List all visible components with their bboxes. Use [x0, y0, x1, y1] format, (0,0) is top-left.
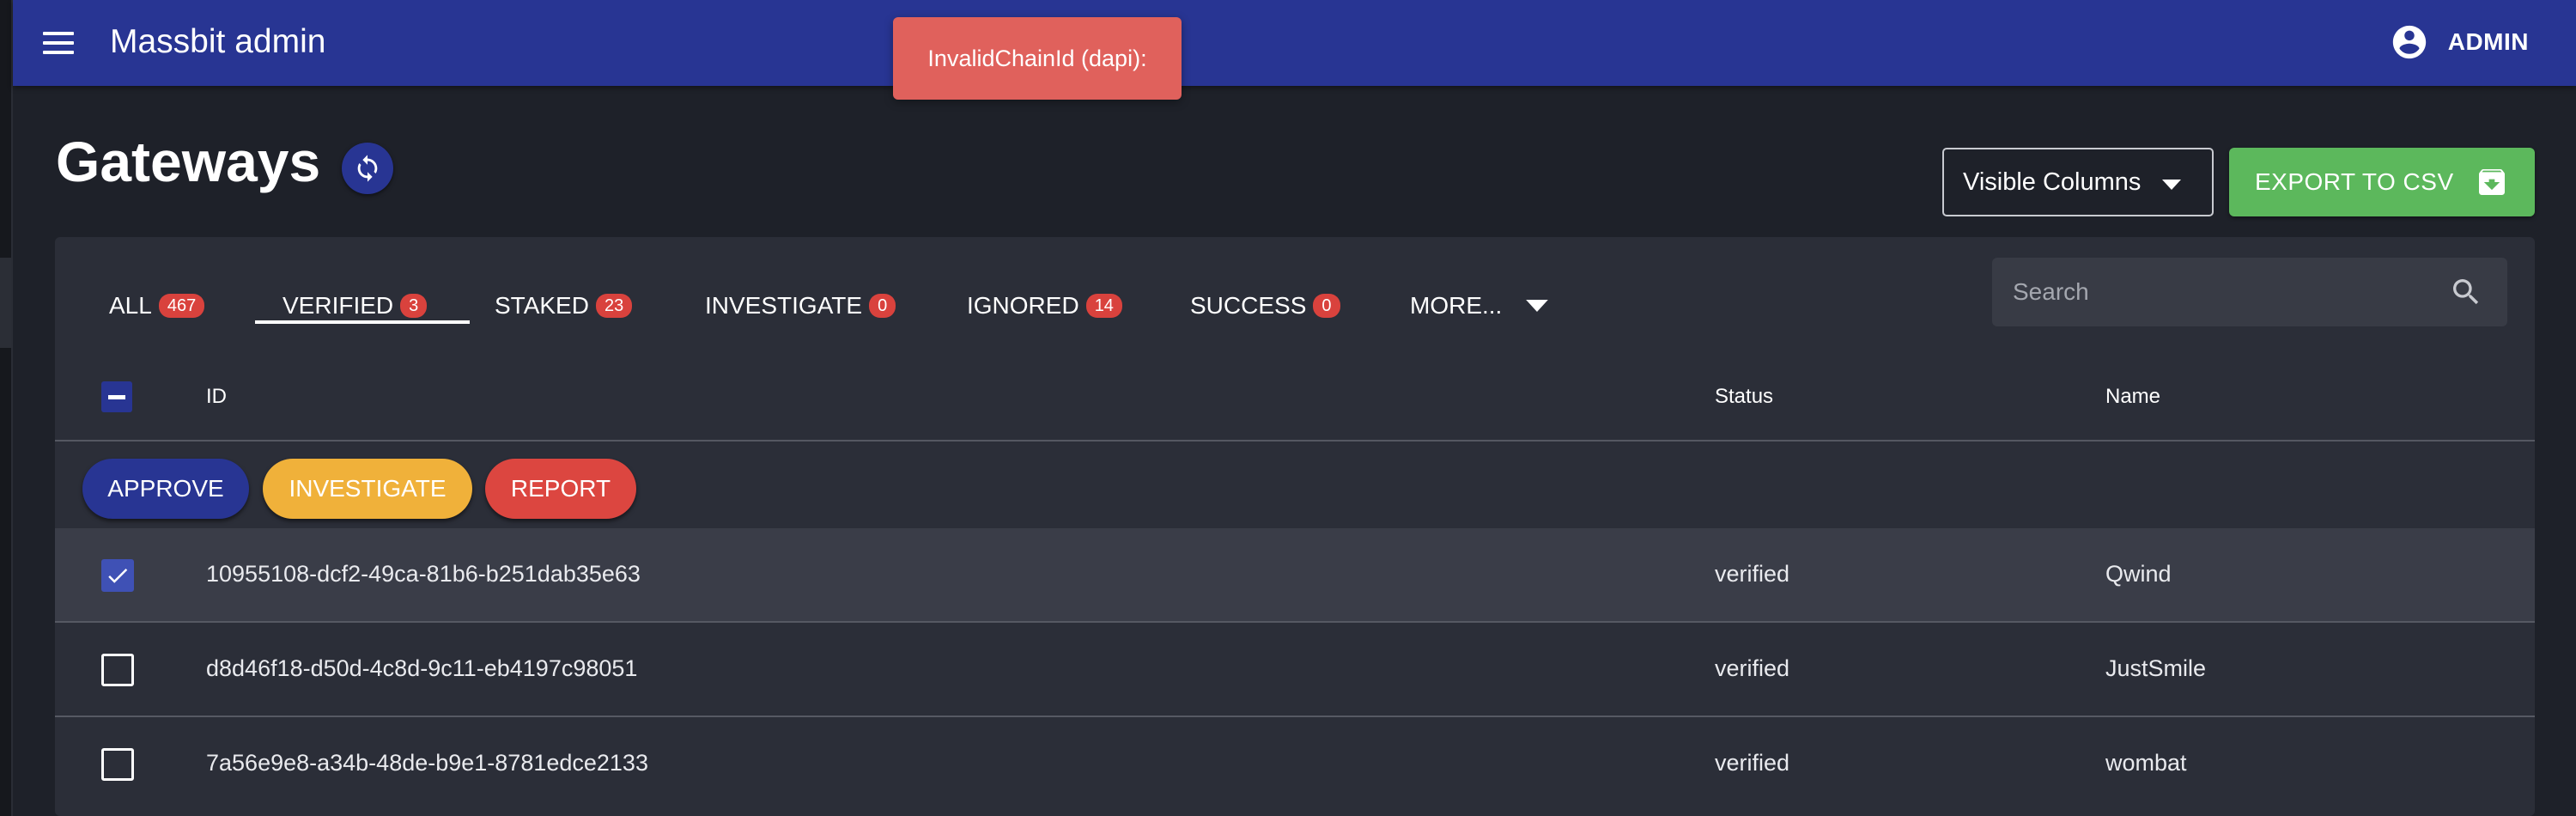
search-field[interactable]	[1992, 258, 2507, 326]
tab-label: VERIFIED	[283, 292, 394, 319]
investigate-button[interactable]: INVESTIGATE	[263, 459, 472, 519]
row-checkbox[interactable]	[101, 748, 134, 781]
cell-name: Qwind	[2105, 561, 2172, 587]
left-window-edge	[0, 0, 13, 816]
tab-label: ALL	[109, 292, 152, 319]
tab-verified[interactable]: VERIFIED 3	[283, 280, 428, 332]
refresh-icon	[357, 155, 378, 182]
select-all-checkbox[interactable]	[101, 381, 132, 412]
app-bar: Massbit admin ADMIN	[13, 0, 2576, 86]
tab-more[interactable]: MORE...	[1410, 280, 1550, 332]
tab-all[interactable]: ALL 467	[109, 280, 205, 332]
export-label: EXPORT TO CSV	[2255, 168, 2454, 195]
tab-investigate[interactable]: INVESTIGATE 0	[705, 280, 896, 332]
report-button[interactable]: REPORT	[485, 459, 636, 519]
page-title: Gateways	[56, 130, 321, 193]
cell-status: verified	[1715, 750, 1790, 776]
edge-handle	[0, 258, 11, 348]
tab-ignored[interactable]: IGNORED 14	[967, 280, 1122, 332]
visible-columns-select[interactable]: Visible Columns	[1942, 148, 2214, 216]
caret-down-icon	[1526, 300, 1549, 312]
visible-columns-label: Visible Columns	[1963, 167, 2142, 196]
cell-status: verified	[1715, 561, 1790, 587]
table-row[interactable]: 10955108-dcf2-49ca-81b6-b251dab35e63 ver…	[55, 528, 2535, 623]
error-toast: InvalidChainId (dapi):	[893, 17, 1182, 100]
tab-staked[interactable]: STAKED 23	[495, 280, 633, 332]
active-tab-indicator	[255, 320, 470, 324]
menu-icon[interactable]	[43, 24, 81, 62]
check-icon	[108, 568, 128, 583]
search-input[interactable]	[1992, 258, 2439, 326]
user-name: ADMIN	[2447, 28, 2529, 55]
tab-count-badge: 14	[1085, 294, 1122, 318]
cell-id: 10955108-dcf2-49ca-81b6-b251dab35e63	[206, 561, 641, 587]
app-title: Massbit admin	[110, 23, 326, 60]
cell-status: verified	[1715, 655, 1790, 681]
search-icon[interactable]	[2449, 275, 2483, 309]
row-checkbox[interactable]	[101, 654, 134, 686]
gateways-panel: ALL 467 VERIFIED 3 STAKED 23 INVESTIGATE…	[55, 237, 2535, 816]
tab-count-badge: 0	[869, 294, 896, 318]
table-row[interactable]: d8d46f18-d50d-4c8d-9c11-eb4197c98051 ver…	[55, 623, 2535, 717]
tab-count-badge: 23	[595, 294, 633, 318]
column-header-name[interactable]: Name	[2105, 385, 2160, 409]
row-checkbox[interactable]	[101, 559, 134, 592]
tab-count-badge: 0	[1313, 294, 1340, 318]
approve-button[interactable]: APPROVE	[82, 459, 249, 519]
tab-count-badge: 3	[400, 294, 428, 318]
table-header: ID Status Name	[55, 352, 2535, 441]
column-header-id[interactable]: ID	[206, 385, 227, 409]
tab-label: STAKED	[495, 292, 589, 319]
tab-count-badge: 467	[158, 294, 205, 318]
user-menu-button[interactable]: ADMIN	[2390, 22, 2529, 62]
tab-label: SUCCESS	[1190, 292, 1307, 319]
bulk-actions-bar: APPROVE INVESTIGATE REPORT	[55, 441, 2535, 531]
tab-label: INVESTIGATE	[705, 292, 863, 319]
column-header-status[interactable]: Status	[1715, 385, 1773, 409]
cell-id: 7a56e9e8-a34b-48de-b9e1-8781edce2133	[206, 750, 648, 776]
refresh-button[interactable]	[342, 143, 393, 194]
tab-label: IGNORED	[967, 292, 1079, 319]
table-row[interactable]: 7a56e9e8-a34b-48de-b9e1-8781edce2133 ver…	[55, 717, 2535, 812]
cell-name: wombat	[2105, 750, 2187, 776]
tab-label: MORE...	[1410, 292, 1503, 319]
cell-name: JustSmile	[2105, 655, 2207, 681]
caret-down-icon	[2162, 180, 2181, 190]
tab-success[interactable]: SUCCESS 0	[1190, 280, 1340, 332]
cell-id: d8d46f18-d50d-4c8d-9c11-eb4197c98051	[206, 655, 638, 681]
export-csv-button[interactable]: EXPORT TO CSV	[2229, 148, 2535, 216]
archive-download-icon	[2479, 169, 2505, 195]
account-circle-icon	[2392, 25, 2426, 59]
